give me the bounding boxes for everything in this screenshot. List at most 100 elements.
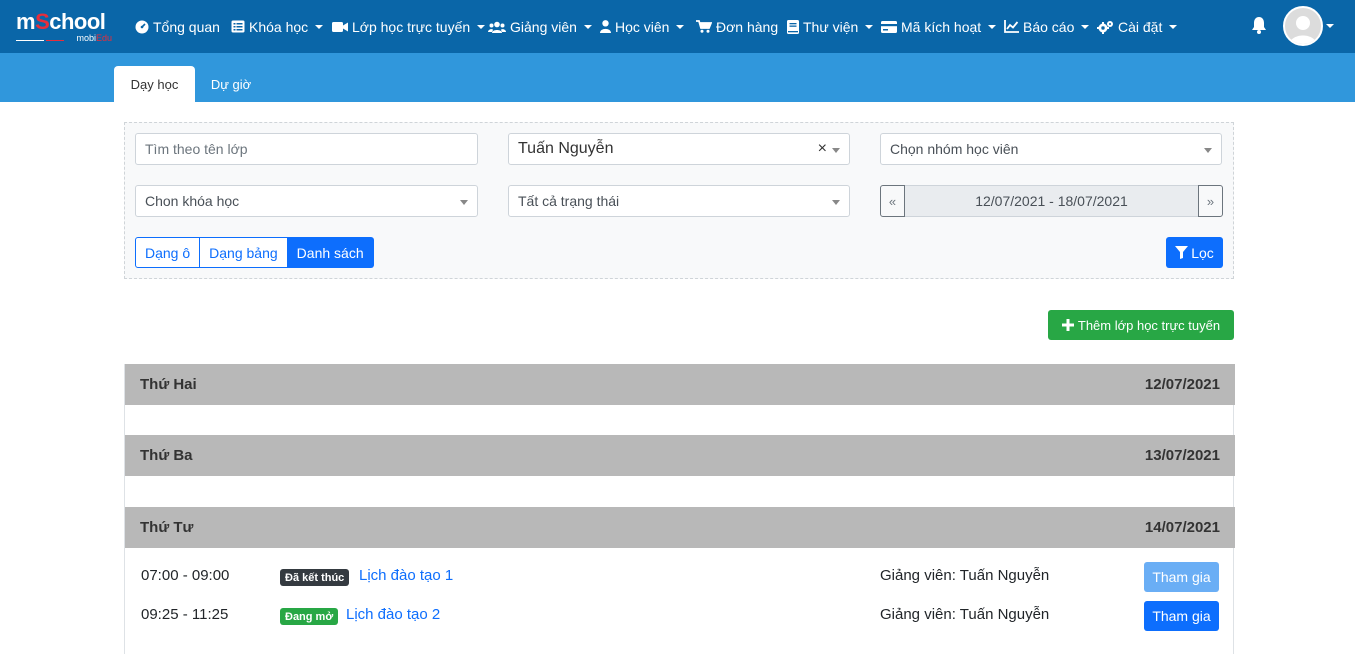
session-row: 07:00 - 09:00 Đã kết thúc Lịch đào tạo 1…	[125, 561, 1235, 593]
prev-week-button[interactable]: «	[880, 185, 905, 217]
line-chart-icon	[1004, 20, 1019, 33]
sub-navbar: Dạy học Dự giờ	[0, 53, 1355, 102]
nav-reports-label: Báo cáo	[1023, 18, 1075, 35]
day-name: Thứ Tư	[140, 519, 194, 536]
logo-line	[16, 40, 44, 41]
filter-button-label: Lọc	[1191, 244, 1214, 261]
teacher-select[interactable]: Tuấn Nguyễn ×	[508, 133, 850, 165]
view-grid-button[interactable]: Dạng ô	[135, 237, 201, 268]
status-badge: Đã kết thúc	[280, 569, 350, 586]
avatar-chevron-down-icon[interactable]	[1326, 24, 1334, 28]
session-teacher: Giảng viên: Tuấn Nguyễn	[880, 606, 1050, 623]
nav-courses-label: Khóa học	[249, 18, 309, 35]
nav-orders-label: Đơn hàng	[716, 18, 779, 35]
credit-card-icon	[881, 20, 897, 33]
join-button[interactable]: Tham gia	[1144, 601, 1219, 631]
chevron-down-icon	[477, 24, 486, 29]
user-avatar[interactable]	[1283, 6, 1323, 46]
nav-courses[interactable]: Khóa học	[231, 0, 324, 53]
day-date: 12/07/2021	[1144, 376, 1220, 393]
day-header-wednesday: Thứ Tư 14/07/2021	[125, 507, 1235, 548]
day-name: Thứ Ba	[140, 447, 193, 464]
user-silhouette-icon	[1289, 16, 1317, 44]
dashboard-icon	[135, 20, 149, 33]
top-navbar: mSchool mobiEdu Tổng quan Khóa học Lớp h…	[0, 0, 1355, 53]
day-header-monday: Thứ Hai 12/07/2021	[125, 364, 1235, 405]
schedule-list: Thứ Hai 12/07/2021 Thứ Ba 13/07/2021 Thứ…	[124, 364, 1235, 654]
view-list-button[interactable]: Danh sách	[287, 237, 374, 268]
cogs-icon	[1097, 20, 1113, 34]
shopping-cart-icon	[696, 20, 712, 33]
join-button[interactable]: Tham gia	[1144, 562, 1219, 592]
logo-line-accent	[46, 40, 64, 41]
nav-settings-label: Cài đặt	[1118, 18, 1163, 35]
chevron-down-icon	[1169, 24, 1178, 29]
bell-icon[interactable]	[1251, 17, 1267, 34]
add-online-class-button[interactable]: Thêm lớp học trực tuyến	[1048, 310, 1234, 340]
status-badge: Đang mở	[280, 608, 339, 625]
nav-teachers-label: Giảng viên	[510, 18, 577, 35]
chevron-down-icon	[988, 24, 997, 29]
view-mode-group: Dạng ô Dạng bảng Danh sách	[135, 237, 374, 268]
chevron-down-icon	[832, 200, 840, 205]
clear-icon[interactable]: ×	[818, 140, 827, 158]
nav-library[interactable]: Thư viện	[787, 0, 874, 53]
nav-activation-codes[interactable]: Mã kích hoạt	[881, 0, 997, 53]
student-group-select[interactable]: Chọn nhóm học viên	[880, 133, 1222, 165]
class-search-input[interactable]: Tìm theo tên lớp	[135, 133, 478, 165]
status-select[interactable]: Tất cả trạng thái	[508, 185, 850, 217]
logo-sub-pre: mobi	[76, 33, 96, 43]
nav-overview[interactable]: Tổng quan	[135, 0, 220, 53]
nav-settings[interactable]: Cài đặt	[1097, 0, 1178, 53]
date-range-input[interactable]: 12/07/2021 - 18/07/2021	[905, 185, 1198, 217]
add-online-class-label: Thêm lớp học trực tuyến	[1077, 317, 1221, 333]
chevron-down-icon	[832, 148, 840, 153]
mschool-logo[interactable]: mSchool mobiEdu	[16, 10, 112, 44]
session-title-link[interactable]: Lịch đào tạo 2	[346, 606, 440, 623]
nav-activation-codes-label: Mã kích hoạt	[901, 18, 982, 35]
chevron-down-icon	[460, 200, 468, 205]
date-range-picker: « 12/07/2021 - 18/07/2021 »	[880, 185, 1223, 217]
logo-text-o: S	[35, 9, 50, 34]
video-icon	[332, 21, 348, 32]
nav-teachers[interactable]: Giảng viên	[488, 0, 592, 53]
day-header-tuesday: Thứ Ba 13/07/2021	[125, 435, 1235, 476]
nav-library-label: Thư viện	[803, 18, 859, 35]
nav-overview-label: Tổng quan	[153, 18, 220, 35]
student-group-value: Chọn nhóm học viên	[890, 141, 1019, 157]
nav-students[interactable]: Học viên	[600, 0, 685, 53]
nav-orders[interactable]: Đơn hàng	[696, 0, 778, 53]
chevron-down-icon	[865, 24, 874, 29]
users-icon	[488, 21, 506, 33]
chevron-down-icon	[583, 24, 592, 29]
tab-observe[interactable]: Dự giờ	[197, 66, 265, 102]
session-time: 09:25 - 11:25	[141, 606, 229, 623]
session-title-link[interactable]: Lịch đào tạo 1	[359, 567, 453, 584]
chevron-down-icon	[315, 24, 324, 29]
logo-text-post: chool	[49, 9, 106, 34]
nav-online-classes[interactable]: Lớp học trực tuyến	[332, 0, 486, 53]
user-icon	[600, 20, 611, 33]
course-select[interactable]: Chon khóa học	[135, 185, 478, 217]
filter-button[interactable]: Lọc	[1166, 237, 1223, 268]
session-time: 07:00 - 09:00	[141, 567, 230, 584]
nav-reports[interactable]: Báo cáo	[1004, 0, 1090, 53]
chevron-down-icon	[1081, 24, 1090, 29]
session-teacher: Giảng viên: Tuấn Nguyễn	[880, 567, 1050, 584]
day-date: 13/07/2021	[1144, 447, 1220, 464]
filter-icon	[1175, 246, 1189, 259]
next-week-button[interactable]: »	[1198, 185, 1223, 217]
view-table-button[interactable]: Dạng bảng	[200, 237, 288, 268]
nav-online-classes-label: Lớp học trực tuyến	[352, 18, 471, 35]
day-date: 14/07/2021	[1144, 519, 1220, 536]
logo-text-pre: m	[16, 9, 36, 34]
session-row: 09:25 - 11:25 Đang mở Lịch đào tạo 2 Giả…	[125, 600, 1235, 632]
teacher-select-value: Tuấn Nguyễn	[518, 140, 614, 157]
chevron-down-icon	[676, 24, 685, 29]
list-alt-icon	[231, 20, 245, 33]
day-name: Thứ Hai	[140, 376, 197, 393]
status-select-value: Tất cả trạng thái	[518, 193, 620, 209]
tab-teaching[interactable]: Dạy học	[114, 66, 195, 102]
book-icon	[787, 19, 799, 34]
logo-sub-post: Edu	[95, 33, 112, 43]
